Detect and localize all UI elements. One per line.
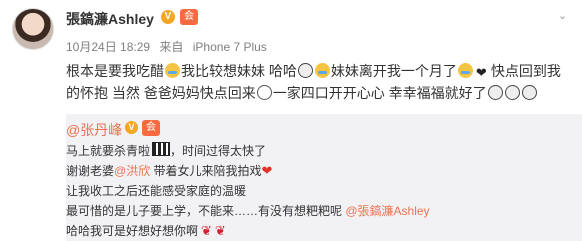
mask-face-icon [487, 85, 503, 100]
avatar[interactable] [12, 8, 54, 50]
post-text-part: 一家四口开开心心 幸幸福福就好了 [272, 85, 487, 101]
mask-face-icon [297, 63, 313, 78]
crying-laugh-icon [457, 63, 473, 78]
repost-line-text: 谢谢老婆 [66, 164, 115, 178]
repost-text: 马上就要杀青啦 ，时间过得太快了 谢谢老婆@洪欣 带着女儿来陪我拍戏❤ 让我收工之… [66, 141, 566, 241]
repost-line: 让我收工之后还能感受家庭的温暖 [66, 181, 566, 201]
repost-line: 马上就要杀青啦 ，时间过得太快了 [66, 141, 566, 161]
repost-line-text: 让我收工之后还能感受家庭的温暖 [66, 184, 247, 198]
red-heart-icon: ❤ [261, 163, 273, 178]
repost-line-text: ，时间过得太快了 [170, 144, 267, 158]
repost-line-text: 带着女儿来陪我拍戏 [150, 164, 262, 178]
post-text-part: 根本是要我吃醋 [66, 63, 164, 79]
member-badge-icon[interactable]: 会 [142, 120, 160, 136]
post-meta: 10月24日 18:29 来自 iPhone 7 Plus [66, 38, 273, 55]
clapperboard-icon [152, 142, 171, 156]
verified-icon[interactable]: V [125, 121, 138, 134]
post-date[interactable]: 10月24日 18:29 [66, 40, 150, 54]
post-body: 根本是要我吃醋我比较想妹妹 哈哈妹妹离开我一个月了快点回到我的怀抱 当然 爸爸妈… [66, 60, 566, 104]
repost-author[interactable]: @张丹峰 [66, 120, 122, 140]
repost-line: 哈哈我可是好想好想你啊 ❦ ❦ [66, 221, 566, 241]
rose-icon: ❦ [214, 223, 226, 238]
rose-icon: ❦ [201, 223, 212, 238]
verified-icon[interactable]: V [161, 10, 175, 24]
mask-face-icon [504, 85, 520, 100]
repost-box: @张丹峰 V 会 马上就要杀青啦 ，时间过得太快了 谢谢老婆@洪欣 带着女儿来陪我… [66, 114, 582, 241]
repost-line-text: 哈哈我可是好想好想你啊 [66, 224, 199, 238]
member-badge-icon[interactable]: 会 [180, 9, 198, 25]
repost-line: 最可惜的是儿子要上学，不能来……有没有想粑粑呢 @張鎬濂Ashley [66, 201, 566, 221]
crying-laugh-icon [165, 63, 180, 78]
post-source[interactable]: iPhone 7 Plus [193, 40, 267, 54]
black-heart-icon [475, 62, 490, 84]
mask-face-icon [521, 85, 537, 100]
repost-line-text: 马上就要杀青啦 [66, 144, 151, 158]
chevron-down-icon[interactable]: ⌄ [558, 10, 570, 22]
source-prefix: 来自 [159, 40, 184, 54]
mention-link[interactable]: @洪欣 [114, 164, 150, 178]
sunglasses-face-icon [256, 85, 272, 100]
repost-line: 谢谢老婆@洪欣 带着女儿来陪我拍戏❤ [66, 161, 566, 181]
weibo-post: 張鎬濂Ashley V 会 ⌄ 10月24日 18:29 来自 iPhone 7… [0, 0, 582, 241]
post-text-part: 妹妹离开我一个月了 [330, 63, 457, 79]
post-text-part: 我比较想妹妹 哈哈 [181, 63, 297, 79]
crying-laugh-icon [314, 63, 330, 78]
username[interactable]: 張鎬濂Ashley [66, 9, 154, 29]
repost-line-text: 最可惜的是儿子要上学，不能来……有没有想粑粑呢 [66, 204, 346, 218]
mention-link[interactable]: @張鎬濂Ashley [345, 204, 429, 218]
